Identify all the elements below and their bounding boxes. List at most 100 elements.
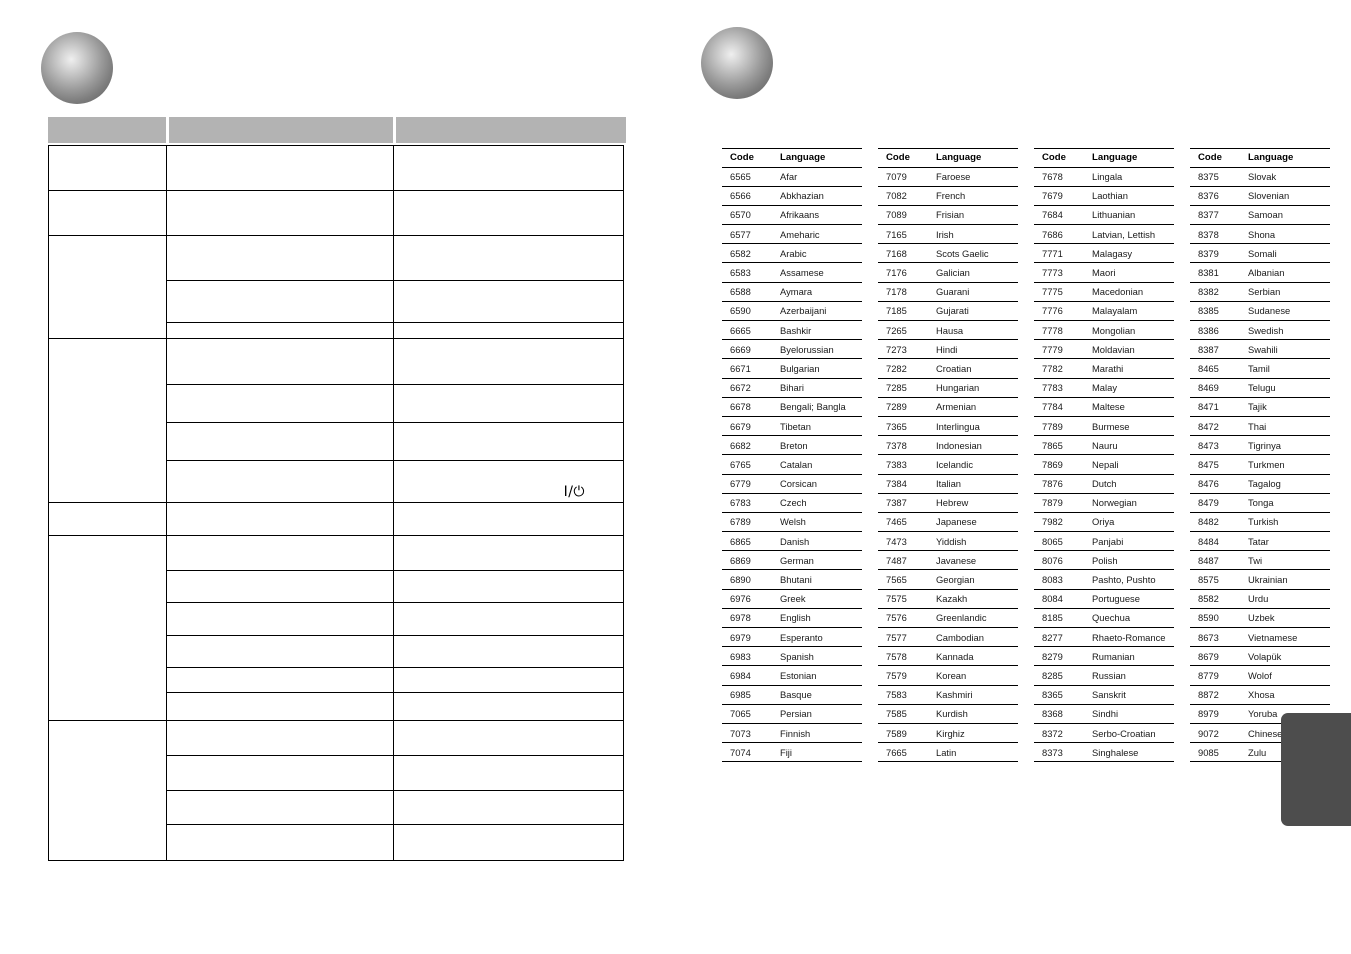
cell-language: Czech: [774, 493, 862, 513]
cell-code: 8779: [1190, 665, 1242, 686]
table-cell-item: [166, 338, 394, 385]
cell-language: Icelandic: [930, 454, 1018, 475]
table-row: 7073 Finnish: [722, 723, 862, 744]
cell-code: 7285: [878, 378, 930, 398]
table-row: 7565 Georgian: [878, 569, 1018, 590]
table-cell-item: [166, 145, 394, 191]
cell-language: Lingala: [1086, 167, 1174, 187]
cell-code: 7089: [878, 205, 930, 226]
table-cell-detail: [393, 235, 624, 281]
table-row: 7577 Cambodian: [878, 627, 1018, 648]
cell-code: 7779: [1034, 339, 1086, 360]
table-row: 7776 Malayalam: [1034, 301, 1174, 322]
cell-language: Russian: [1086, 665, 1174, 686]
table-row: 7074 Fiji: [722, 742, 862, 763]
power-standby-icon: I/⏻: [563, 484, 585, 500]
cell-code: 6765: [722, 454, 774, 475]
table-row: 8472 Thai: [1190, 416, 1330, 437]
table-cell-detail: [393, 667, 624, 693]
cell-code: 7378: [878, 435, 930, 456]
table-row: 8582 Urdu: [1190, 589, 1330, 609]
table-row: 7165 Irish: [878, 224, 1018, 245]
cell-language: Galician: [930, 262, 1018, 283]
table-row: 6983 Spanish: [722, 646, 862, 667]
table-row: 7679 Laothian: [1034, 186, 1174, 206]
table-row: 6577 Ameharic: [722, 224, 862, 245]
cell-language: Sanskrit: [1086, 685, 1174, 705]
table-row: 6789 Welsh: [722, 512, 862, 533]
table-cell-detail: [393, 338, 624, 385]
cell-code: 8386: [1190, 320, 1242, 341]
cell-code: 7383: [878, 454, 930, 475]
cell-language: Irish: [930, 224, 1018, 245]
table-row: 7879 Norwegian: [1034, 493, 1174, 513]
table-row: 6978 English: [722, 608, 862, 629]
cell-language: Tajik: [1242, 397, 1330, 417]
cell-language: Panjabi: [1086, 531, 1174, 552]
table-row: 8482 Turkish: [1190, 512, 1330, 533]
table-cell-category: [48, 720, 167, 861]
table-cell-item: [166, 535, 394, 571]
table-cell-item: [166, 790, 394, 825]
table-cell-detail: I/⏻: [393, 460, 624, 503]
cell-language: Maltese: [1086, 397, 1174, 417]
table-header-cell-1: [48, 117, 166, 143]
table-row: 7665 Latin: [878, 742, 1018, 763]
cell-code: 7775: [1034, 282, 1086, 302]
table-cell-category: [48, 190, 167, 236]
table-row: 7771 Malagasy: [1034, 243, 1174, 264]
cell-language: Estonian: [774, 665, 862, 686]
cell-language: Javanese: [930, 550, 1018, 571]
cell-language: Uzbek: [1242, 608, 1330, 629]
cell-language: Twi: [1242, 550, 1330, 571]
cell-language: Catalan: [774, 454, 862, 475]
cell-language: Malayalam: [1086, 301, 1174, 322]
cell-code: 7585: [878, 704, 930, 724]
cell-code: 8382: [1190, 282, 1242, 302]
table-row: 8575 Ukrainian: [1190, 569, 1330, 590]
table-row: 6669 Byelorussian: [722, 339, 862, 360]
cell-language: Latin: [930, 742, 1018, 763]
table-row: [48, 145, 624, 191]
table-row: 7378 Indonesian: [878, 435, 1018, 456]
cell-code: 8582: [1190, 589, 1242, 609]
cell-language: Mongolian: [1086, 320, 1174, 341]
cell-language: Bashkir: [774, 320, 862, 341]
table-cell-category: [48, 535, 167, 721]
cell-code: 7073: [722, 723, 774, 744]
table-row: [48, 720, 624, 861]
table-row: 8379 Somali: [1190, 243, 1330, 264]
left-page-blank-table: I/⏻: [48, 117, 626, 861]
cell-code: 8084: [1034, 589, 1086, 609]
cell-language: Aymara: [774, 282, 862, 302]
column-header-language: Language: [1086, 148, 1174, 168]
cell-language: Arabic: [774, 243, 862, 264]
cell-code: 8476: [1190, 474, 1242, 494]
cell-code: 7579: [878, 665, 930, 686]
table-cell-detail: [393, 322, 624, 339]
table-cell-detail: [393, 422, 624, 461]
table-row: 7579 Korean: [878, 665, 1018, 686]
cell-language: Dutch: [1086, 474, 1174, 494]
cell-language: Marathi: [1086, 358, 1174, 379]
cell-language: Macedonian: [1086, 282, 1174, 302]
column-header-language: Language: [774, 148, 862, 168]
cell-language: Quechua: [1086, 608, 1174, 629]
table-cell-detail: [393, 502, 624, 536]
table-row: 6976 Greek: [722, 589, 862, 609]
cell-code: 7869: [1034, 454, 1086, 475]
cell-code: 6984: [722, 665, 774, 686]
table-row: 6682 Breton: [722, 435, 862, 456]
table-row: 8373 Singhalese: [1034, 742, 1174, 763]
table-row: 7176 Galician: [878, 262, 1018, 283]
cell-language: Greenlandic: [930, 608, 1018, 629]
table-row: 7473 Yiddish: [878, 531, 1018, 552]
table-row: 7869 Nepali: [1034, 454, 1174, 475]
cell-code: 7679: [1034, 186, 1086, 206]
cell-language: Somali: [1242, 243, 1330, 264]
cell-language: Tatar: [1242, 531, 1330, 552]
cell-code: 7185: [878, 301, 930, 322]
language-code-table-1: Code Language 6565 Afar 6566 Abkhazian 6570 Afr…: [722, 148, 862, 763]
cell-code: 7684: [1034, 205, 1086, 226]
table-row: 6582 Arabic: [722, 243, 862, 264]
